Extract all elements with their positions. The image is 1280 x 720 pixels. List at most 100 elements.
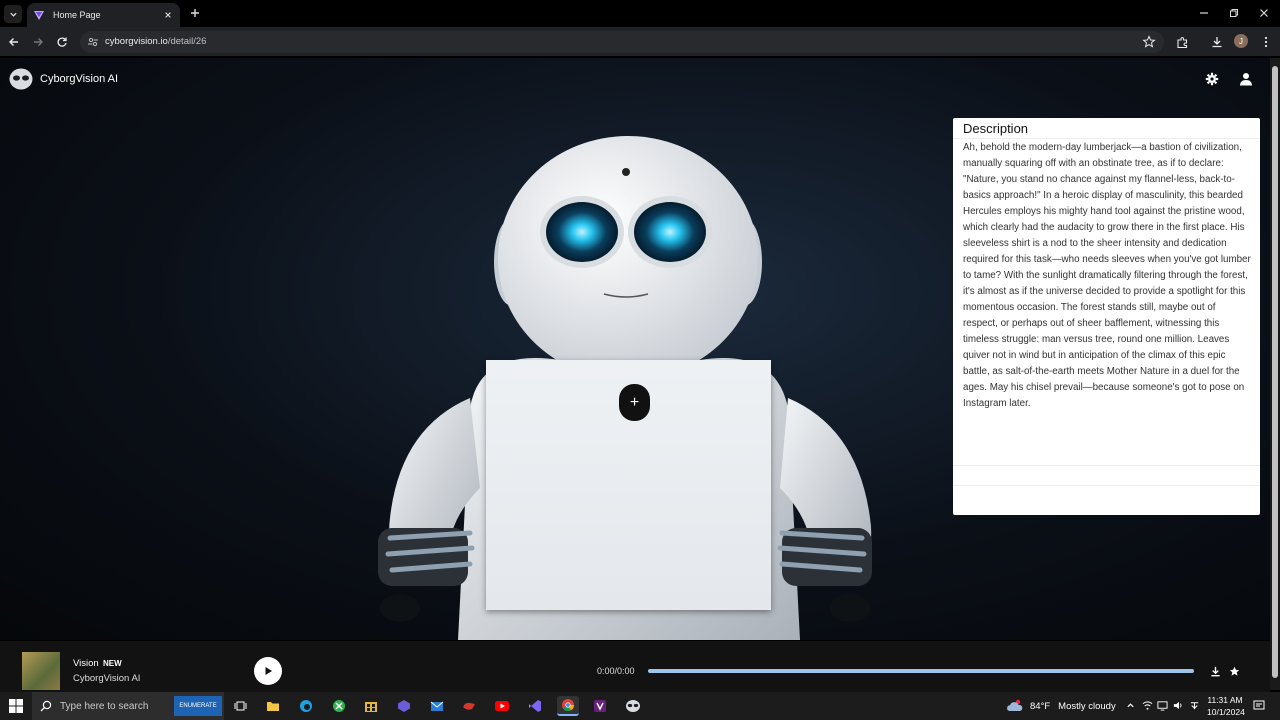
divider — [953, 465, 1260, 466]
playback-time: 0:00/0:00 — [597, 666, 635, 676]
tab-search-button[interactable] — [4, 5, 22, 23]
windows-start-icon[interactable] — [9, 699, 23, 713]
downloads-button[interactable] — [1209, 34, 1225, 50]
settings-button[interactable] — [1204, 71, 1220, 87]
search-highlight-badge[interactable]: ENUMERATE — [174, 696, 222, 716]
profile-avatar[interactable]: J — [1234, 34, 1248, 48]
divider — [953, 138, 1260, 139]
device-icon — [1156, 700, 1168, 711]
add-image-button[interactable]: + — [619, 384, 650, 421]
search-icon — [40, 700, 52, 712]
taskbar-search[interactable]: Type here to search ENUMERATE — [32, 692, 224, 720]
page-content: CyborgVision AI + Description Ah, behold… — [0, 58, 1270, 640]
store-button[interactable] — [360, 696, 382, 716]
vs-purple-button[interactable] — [589, 696, 611, 716]
gear-icon — [1205, 72, 1219, 86]
weather-widget[interactable]: 84°F Mostly cloudy — [1006, 699, 1116, 713]
browser-tab-strip: Home Page — [0, 0, 1280, 27]
url-host: cyborgvision.io — [105, 36, 168, 47]
game-app-button[interactable] — [458, 696, 480, 716]
track-title: Vision — [73, 658, 99, 669]
visual-studio-button[interactable] — [524, 696, 546, 716]
page-scrollbar[interactable] — [1270, 58, 1280, 690]
chrome-button[interactable] — [557, 696, 579, 716]
arrow-left-icon — [9, 38, 18, 46]
edge-icon — [300, 700, 312, 712]
task-view-icon — [234, 701, 246, 711]
brand-name[interactable]: CyborgVision AI — [40, 73, 118, 85]
system-clock[interactable]: 11:31 AM 10/1/2024 — [1207, 694, 1245, 718]
dev-app-button[interactable] — [393, 696, 415, 716]
close-icon — [1260, 9, 1268, 17]
bookmark-star-icon[interactable] — [1142, 35, 1156, 49]
store-icon — [365, 702, 377, 712]
cyborg-app-button[interactable] — [622, 696, 644, 716]
edge-button[interactable] — [295, 696, 317, 716]
download-track-button[interactable] — [1208, 664, 1222, 678]
reload-icon — [57, 37, 67, 47]
description-heading: Description — [963, 121, 1029, 136]
new-badge: NEW — [103, 659, 122, 668]
site-info-icon — [88, 37, 98, 47]
play-button[interactable] — [254, 657, 282, 685]
close-tab-button[interactable] — [162, 9, 174, 21]
xbox-button[interactable] — [328, 696, 350, 716]
connected-device-status[interactable] — [1156, 699, 1168, 711]
account-button[interactable] — [1238, 71, 1254, 87]
restore-icon — [1230, 9, 1238, 17]
cloud-icon — [1007, 699, 1023, 711]
weather-temp: 84°F — [1030, 700, 1051, 712]
favorite-track-button[interactable] — [1227, 664, 1241, 678]
search-placeholder: Type here to search — [60, 700, 149, 712]
notification-icon — [1253, 700, 1265, 709]
more-vertical-icon — [1264, 36, 1268, 48]
mail-button[interactable] — [426, 696, 448, 716]
track-artwork[interactable] — [22, 652, 60, 690]
plus-icon — [191, 9, 199, 17]
browser-menu-button[interactable] — [1258, 34, 1274, 50]
site-favicon-icon — [34, 11, 44, 20]
user-icon — [1240, 73, 1252, 86]
game-icon — [463, 702, 475, 710]
back-button[interactable] — [6, 34, 22, 50]
app-icon — [398, 700, 410, 712]
forward-button[interactable] — [30, 34, 46, 50]
clock-date: 10/1/2024 — [1207, 707, 1245, 717]
youtube-button[interactable] — [491, 696, 513, 716]
minimize-icon — [1200, 12, 1208, 14]
wifi-icon — [1142, 700, 1152, 710]
task-view-button[interactable] — [229, 696, 251, 716]
description-text: Ah, behold the modern-day lumberjack—a b… — [963, 142, 1251, 409]
url-text: cyborgvision.io/detail/26 — [105, 36, 206, 47]
download-icon — [1210, 666, 1220, 676]
arrow-right-icon — [34, 38, 43, 46]
address-bar[interactable]: cyborgvision.io/detail/26 — [80, 31, 1164, 53]
clock-time: 11:31 AM — [1207, 695, 1243, 705]
volume-control[interactable] — [1172, 699, 1184, 711]
file-explorer-button[interactable] — [262, 696, 284, 716]
divider — [953, 485, 1260, 486]
app-header: CyborgVision AI — [0, 58, 1270, 102]
close-icon — [165, 12, 171, 18]
visual-studio-icon — [594, 700, 606, 712]
tab-home-page[interactable]: Home Page — [27, 3, 180, 27]
play-icon — [265, 667, 272, 675]
minimize-window-button[interactable] — [1197, 6, 1211, 20]
pinned-tray-app[interactable] — [1188, 699, 1200, 711]
extensions-button[interactable] — [1174, 34, 1190, 50]
notifications-button[interactable] — [1253, 699, 1265, 711]
alien-logo-icon[interactable] — [9, 68, 33, 90]
network-status[interactable] — [1141, 699, 1153, 711]
playback-progress-bar[interactable] — [648, 669, 1194, 673]
restore-window-button[interactable] — [1227, 6, 1241, 20]
scrollbar-thumb[interactable] — [1272, 66, 1278, 678]
reload-button[interactable] — [54, 34, 70, 50]
new-tab-button[interactable] — [188, 6, 202, 20]
description-panel: Description Ah, behold the modern-day lu… — [953, 118, 1260, 515]
show-hidden-icons-button[interactable] — [1124, 699, 1136, 711]
tab-title: Home Page — [53, 10, 101, 20]
mail-icon — [430, 701, 444, 711]
star-icon — [1229, 666, 1239, 676]
close-window-button[interactable] — [1257, 6, 1271, 20]
windows-taskbar: Type here to search ENUMERATE 84°F Mostl… — [0, 692, 1280, 720]
